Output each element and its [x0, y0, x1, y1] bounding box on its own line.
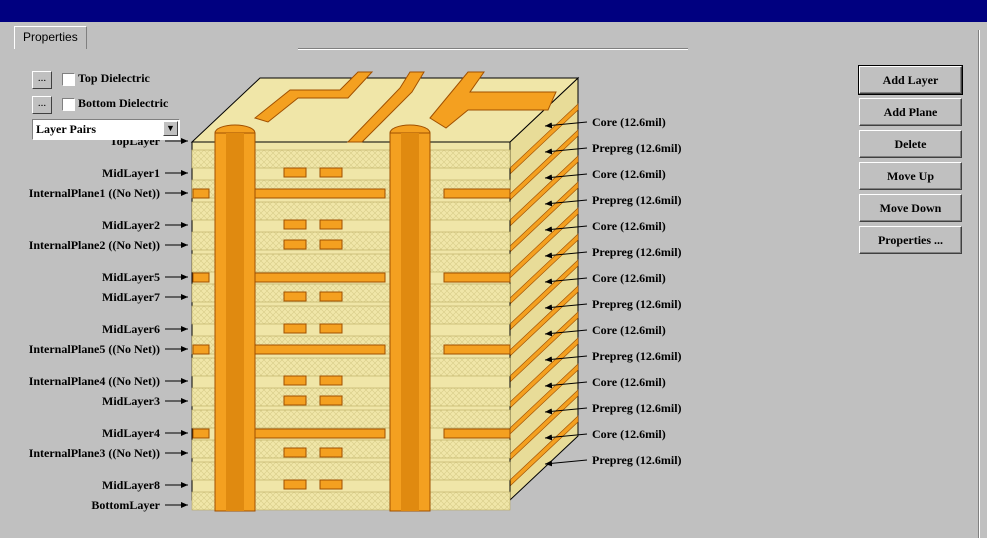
dielectric-label: Prepreg (12.6mil) [592, 193, 682, 207]
plane-strip [254, 188, 386, 199]
layer-label: MidLayer3 [102, 394, 160, 408]
plane-strip [192, 428, 210, 439]
copper-pad [319, 323, 343, 334]
chevron-down-icon[interactable]: ▼ [163, 121, 178, 136]
copper-pad [283, 291, 307, 302]
dielectric-label: Core (12.6mil) [592, 375, 666, 389]
plane-strip [192, 188, 210, 199]
plane-strip [443, 428, 511, 439]
dielectric-label: Prepreg (12.6mil) [592, 297, 682, 311]
layer-stack-manager-window: Properties TopLayer MidLayer1 InternalPl… [0, 0, 987, 538]
layer-labels: TopLayerMidLayer1InternalPlane1 ((No Net… [29, 134, 188, 512]
dielectric-label: Prepreg (12.6mil) [592, 141, 682, 155]
copper-pad [319, 395, 343, 406]
dielectric-label: Core (12.6mil) [592, 115, 666, 129]
layer-label: MidLayer6 [102, 322, 160, 336]
bottom-dielectric-settings-button[interactable]: ... [32, 96, 52, 114]
layer-label: MidLayer5 [102, 270, 160, 284]
layer-label: MidLayer2 [102, 218, 160, 232]
copper-pad [319, 447, 343, 458]
layer-label: BottomLayer [91, 498, 160, 512]
properties-button[interactable]: Properties ... [859, 226, 962, 254]
bottom-dielectric-label: Bottom Dielectric [78, 96, 169, 110]
dielectric-label: Core (12.6mil) [592, 427, 666, 441]
add-layer-button[interactable]: Add Layer [858, 65, 963, 95]
layer-label: MidLayer4 [102, 426, 160, 440]
copper-pad [319, 219, 343, 230]
top-dielectric-settings-button[interactable]: ... [32, 71, 52, 89]
dielectric-label: Prepreg (12.6mil) [592, 401, 682, 415]
plane-strip [254, 428, 386, 439]
dielectric-label: Prepreg (12.6mil) [592, 453, 682, 467]
plane-strip [192, 344, 210, 355]
copper-pad [283, 375, 307, 386]
plane-strip [443, 272, 511, 283]
copper-pad [319, 479, 343, 490]
add-plane-button[interactable]: Add Plane [859, 98, 962, 126]
top-dielectric-checkbox[interactable] [62, 73, 75, 86]
layer-label: MidLayer7 [102, 290, 160, 304]
dielectric-label: Core (12.6mil) [592, 219, 666, 233]
dielectric-label: Prepreg (12.6mil) [592, 245, 682, 259]
via-barrel-left-core [226, 133, 244, 511]
dielectric-label: Core (12.6mil) [592, 323, 666, 337]
plane-strip [254, 272, 386, 283]
layer-label: InternalPlane1 ((No Net)) [29, 186, 160, 200]
layer-label: InternalPlane5 ((No Net)) [29, 342, 160, 356]
copper-pad [283, 323, 307, 334]
dielectric-label: Prepreg (12.6mil) [592, 349, 682, 363]
top-dielectric-label: Top Dielectric [78, 71, 150, 85]
move-down-button[interactable]: Move Down [859, 194, 962, 222]
copper-pad [283, 395, 307, 406]
copper-pad [319, 167, 343, 178]
copper-pad [319, 291, 343, 302]
dielectric-label: Core (12.6mil) [592, 167, 666, 181]
via-barrel-right-core [401, 133, 419, 511]
plane-strip [443, 188, 511, 199]
copper-pad [283, 167, 307, 178]
move-up-button[interactable]: Move Up [859, 162, 962, 190]
copper-pad [319, 375, 343, 386]
bottom-dielectric-checkbox[interactable] [62, 98, 75, 111]
view-mode-value: Layer Pairs [36, 122, 97, 136]
layer-label: InternalPlane2 ((No Net)) [29, 238, 160, 252]
layer-label: MidLayer1 [102, 166, 160, 180]
copper-pad [283, 219, 307, 230]
copper-pad [319, 239, 343, 250]
plane-strip [443, 344, 511, 355]
copper-pad [283, 479, 307, 490]
delete-button[interactable]: Delete [859, 130, 962, 158]
copper-pad [283, 239, 307, 250]
view-mode-select[interactable]: Layer Pairs ▼ [32, 119, 180, 140]
layer-label: InternalPlane3 ((No Net)) [29, 446, 160, 460]
plane-strip [192, 272, 210, 283]
layer-label: InternalPlane4 ((No Net)) [29, 374, 160, 388]
dielectric-label: Core (12.6mil) [592, 271, 666, 285]
plane-strip [254, 344, 386, 355]
layer-label: MidLayer8 [102, 478, 160, 492]
copper-pad [283, 447, 307, 458]
